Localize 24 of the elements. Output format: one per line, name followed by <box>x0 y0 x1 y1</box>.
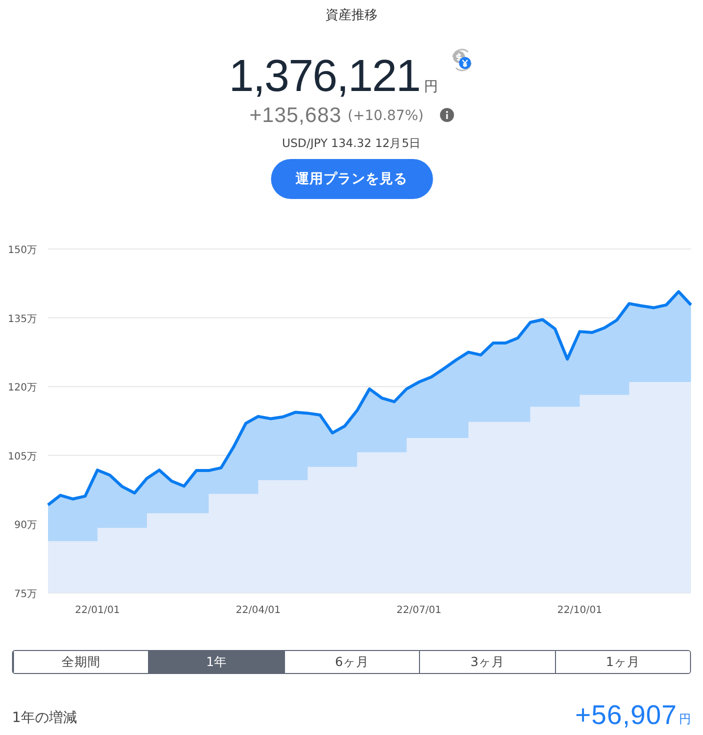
currency-switch-icon[interactable] <box>450 48 474 72</box>
period-change-amount: +56,907 <box>575 700 677 731</box>
y-axis-label: 135万 <box>8 314 37 325</box>
plan-button[interactable]: 運用プランを見る <box>270 159 432 199</box>
y-axis-label: 75万 <box>14 589 37 600</box>
x-axis-label: 22/01/01 <box>75 605 120 616</box>
change-percent: (+10.87%) <box>348 108 424 124</box>
period-tab[interactable]: 1年 <box>148 651 284 673</box>
x-axis-label: 22/10/01 <box>557 605 602 616</box>
y-axis-label: 105万 <box>8 451 37 462</box>
exchange-rate: USD/JPY 134.32 12月5日 <box>282 136 422 151</box>
total-amount: 1,376,121 <box>228 52 420 100</box>
y-axis-label: 120万 <box>8 382 37 394</box>
page-title: 資産推移 <box>326 7 378 24</box>
y-axis-label: 90万 <box>14 520 37 532</box>
currency-unit: 円 <box>679 711 691 728</box>
info-icon[interactable] <box>440 108 454 122</box>
x-axis-label: 22/07/01 <box>396 605 442 616</box>
change-amount: +135,683 <box>249 104 342 128</box>
currency-unit: 円 <box>424 78 438 96</box>
period-tab[interactable]: 1ヶ月 <box>554 651 690 673</box>
x-axis-label: 22/04/01 <box>236 605 281 616</box>
y-axis-label: 150万 <box>8 245 37 256</box>
period-change-label: 1年の増減 <box>12 709 77 727</box>
